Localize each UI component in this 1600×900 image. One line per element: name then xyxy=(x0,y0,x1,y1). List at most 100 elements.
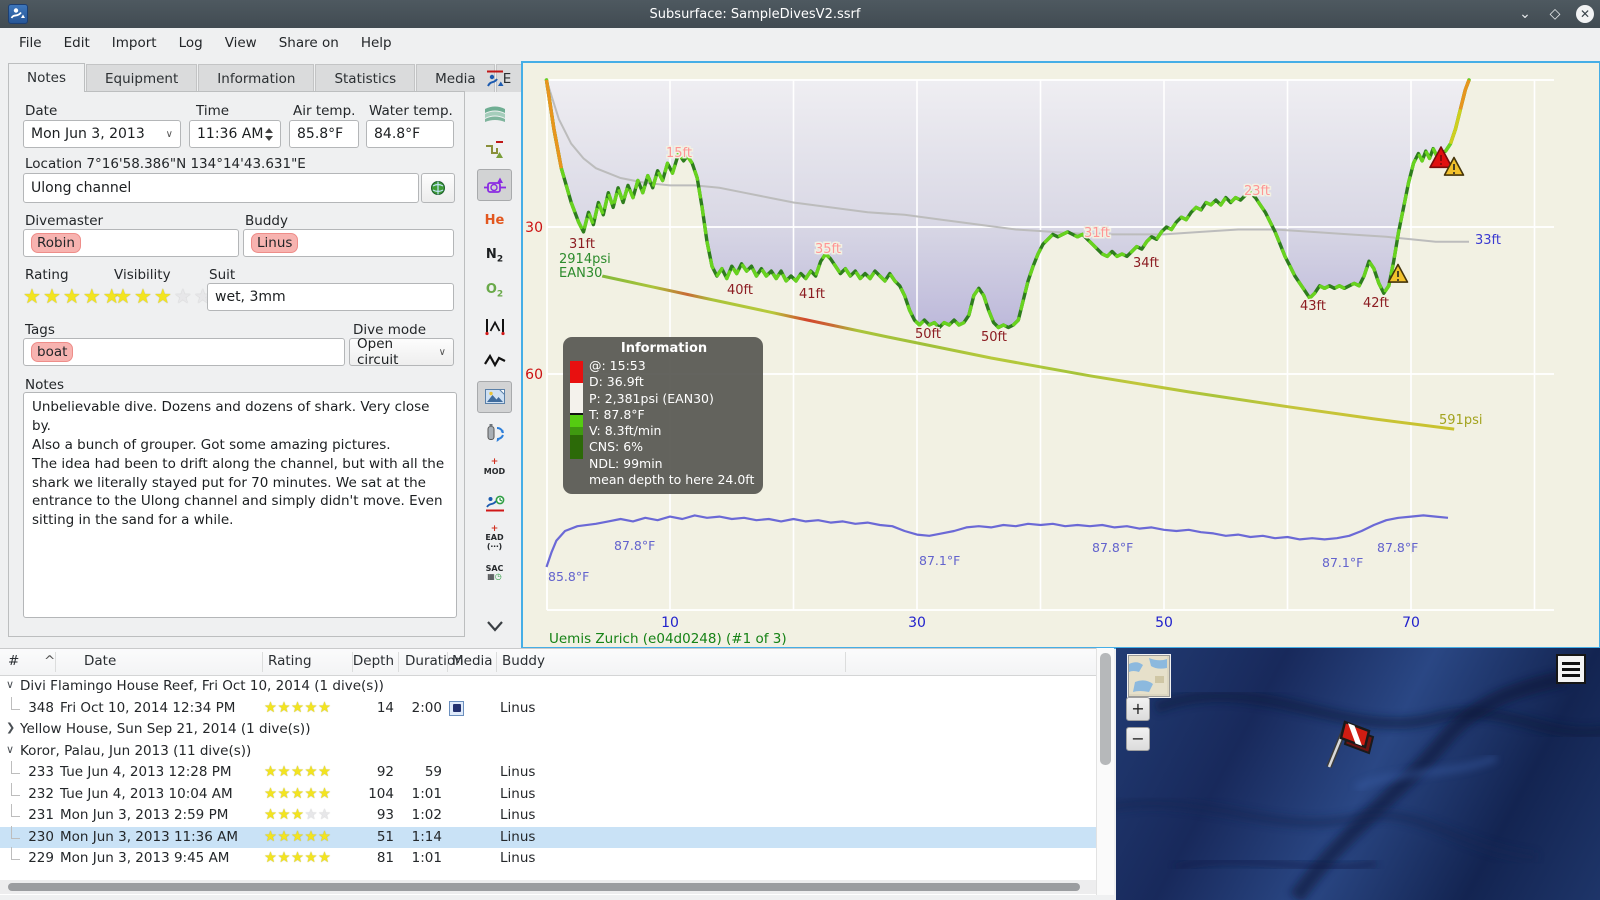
scroll-down-icon[interactable] xyxy=(477,610,512,642)
dive-list: # Date Rating Depth Duration Media Buddy ^ ∨ Div… xyxy=(0,648,1096,895)
media-icon[interactable] xyxy=(449,700,464,716)
helium-graph-icon[interactable]: He xyxy=(477,204,512,236)
column-header-buddy[interactable]: Buddy xyxy=(502,653,545,669)
date-combobox[interactable]: Mon Jun 3, 2013 ∨ xyxy=(23,120,181,148)
ndl-icon[interactable] xyxy=(477,487,512,519)
rating-label: Rating xyxy=(25,267,69,283)
svg-text:50ft: 50ft xyxy=(915,327,941,342)
dive-duration: 1:02 xyxy=(411,807,442,823)
collapse-caret-icon[interactable]: ∨ xyxy=(6,678,14,691)
dive-list-header[interactable]: # Date Rating Depth Duration Media Buddy ^ xyxy=(0,649,1096,676)
visibility-stars[interactable]: ★★★★★ xyxy=(114,284,214,308)
tab-information[interactable]: Information xyxy=(198,64,315,92)
dive-row[interactable]: 232 Tue Jun 4, 2013 10:04 AM ★★★★★ 104 1:01 L… xyxy=(0,782,1096,806)
sac-icon[interactable]: SAC ▦◷ xyxy=(477,557,512,589)
map-zoom-in-button[interactable]: + xyxy=(1126,697,1150,721)
tab-statistics[interactable]: Statistics xyxy=(315,64,416,92)
suit-label: Suit xyxy=(209,267,236,283)
oxygen-graph-icon[interactable]: O2 xyxy=(477,275,512,307)
star-icon: ★ xyxy=(291,764,305,780)
trip-row[interactable]: ∨ Divi Flamingo House Reef, Fri Oct 10, 2… xyxy=(0,676,1096,698)
map-zoom-out-button[interactable]: − xyxy=(1126,727,1150,751)
info-box-row: D: 36.9ft xyxy=(589,374,644,390)
calculated-ceiling-icon[interactable] xyxy=(477,134,512,166)
collapse-caret-icon[interactable]: ∨ xyxy=(6,743,14,756)
tab-equipment[interactable]: Equipment xyxy=(86,64,198,92)
chevron-down-icon: ∨ xyxy=(165,128,173,140)
column-header-num[interactable]: # xyxy=(8,653,19,669)
dive-row[interactable]: 233 Tue Jun 4, 2013 12:28 PM ★★★★★ 92 59 Linu… xyxy=(0,761,1096,784)
notes-panel: Date Time Air temp. Water temp. Mon Jun … xyxy=(8,91,465,637)
column-header-rating[interactable]: Rating xyxy=(268,653,312,669)
column-separator xyxy=(398,652,399,672)
tags-field[interactable]: boat xyxy=(23,338,345,366)
menu-item-file[interactable]: File xyxy=(8,31,53,55)
menu-item-import[interactable]: Import xyxy=(101,31,168,55)
star-icon: ★ xyxy=(291,828,305,845)
spinner-arrows-icon[interactable] xyxy=(265,127,273,141)
vertical-scrollbar[interactable] xyxy=(1096,648,1114,895)
dive-row[interactable]: 229 Mon Jun 3, 2013 9:45 AM ★★★★★ 81 1:01 Lin… xyxy=(0,847,1096,870)
menu-item-log[interactable]: Log xyxy=(168,31,214,55)
globe-button[interactable] xyxy=(421,173,455,203)
ead-icon[interactable]: + EAD (⋯) xyxy=(477,522,512,554)
menu-item-help[interactable]: Help xyxy=(350,31,403,55)
photos-icon[interactable] xyxy=(477,380,512,413)
air-temp-field[interactable]: 85.8°F xyxy=(289,120,359,148)
dc-ceiling-icon[interactable] xyxy=(477,168,512,201)
dive-flag-marker[interactable] xyxy=(1320,712,1380,772)
svg-text:40ft: 40ft xyxy=(727,283,753,298)
column-header-date[interactable]: Date xyxy=(84,653,116,669)
location-field[interactable]: Ulong channel xyxy=(23,173,419,203)
svg-text:30: 30 xyxy=(908,615,926,631)
star-icon: ★ xyxy=(82,284,103,308)
dive-date: Fri Oct 10, 2014 12:34 PM xyxy=(60,699,236,716)
divemaster-field[interactable]: Robin xyxy=(23,229,239,257)
heartrate-icon[interactable] xyxy=(477,345,512,377)
star-icon: ★ xyxy=(304,699,318,716)
dive-profile-icon[interactable] xyxy=(477,63,512,95)
water-temp-field[interactable]: 84.8°F xyxy=(366,120,454,148)
map-menu-icon[interactable] xyxy=(1556,654,1586,684)
dive-mode-combobox[interactable]: Open circuit ∨ xyxy=(349,336,454,368)
suit-field[interactable]: wet, 3mm xyxy=(207,283,454,311)
rating-stars[interactable]: ★★★★★ xyxy=(23,284,123,308)
time-spinbox[interactable]: 11:36 AM xyxy=(189,120,281,148)
close-icon[interactable]: ✕ xyxy=(1570,5,1600,23)
horizontal-scrollbar[interactable] xyxy=(0,880,1096,894)
column-separator xyxy=(262,652,263,672)
column-header-media[interactable]: Media xyxy=(452,653,493,669)
menu-item-edit[interactable]: Edit xyxy=(53,31,101,55)
star-icon: ★ xyxy=(291,807,305,823)
menu-item-share-on[interactable]: Share on xyxy=(268,31,350,55)
tank-bar-icon[interactable] xyxy=(477,416,512,448)
buddy-field[interactable]: Linus xyxy=(243,229,454,257)
maximize-icon[interactable]: ◇ xyxy=(1540,6,1570,22)
seafloor-texture xyxy=(1116,670,1600,900)
star-icon: ★ xyxy=(304,850,318,866)
menu-item-view[interactable]: View xyxy=(214,31,268,55)
ruler-icon[interactable] xyxy=(477,310,512,342)
info-box-row: CNS: 6% xyxy=(589,439,644,455)
dive-profile-chart: 31ft 15ft 40ft 41ft 35ft 50ft 50ft 31ft 34ft 23ft… xyxy=(521,61,1600,649)
minimize-icon[interactable]: ⌄ xyxy=(1510,6,1540,22)
dive-site-map[interactable]: + − xyxy=(1116,648,1600,900)
star-icon: ★ xyxy=(277,850,291,866)
dive-row[interactable]: 348 Fri Oct 10, 2014 12:34 PM ★★★★★ 14 2:00 L… xyxy=(0,696,1096,720)
dive-depth: 14 xyxy=(376,699,394,716)
dive-row[interactable]: 231 Mon Jun 3, 2013 2:59 PM ★★★★★ 93 1:02 Lin… xyxy=(0,804,1096,827)
trip-row[interactable]: ❯ Yellow House, Sun Sep 21, 2014 (1 dive(… xyxy=(0,719,1096,741)
overview-minimap[interactable] xyxy=(1127,654,1171,698)
expand-caret-icon[interactable]: ❯ xyxy=(6,721,15,734)
nitrogen-graph-icon[interactable]: N2 xyxy=(477,240,512,272)
notes-textarea[interactable]: Unbelievable dive. Dozens and dozens of … xyxy=(23,392,457,618)
dive-row[interactable]: 230 Mon Jun 3, 2013 11:36 AM ★★★★★ 51 1:14 Li… xyxy=(0,825,1096,848)
title-bar[interactable]: Subsurface: SampleDivesV2.ssrf ⌄ ◇ ✕ xyxy=(0,0,1600,28)
mod-icon[interactable]: + MOD xyxy=(477,451,512,483)
column-header-depth[interactable]: Depth xyxy=(352,653,394,669)
subsurface-window: Subsurface: SampleDivesV2.ssrf ⌄ ◇ ✕ Fil… xyxy=(0,0,1600,900)
waves-icon[interactable] xyxy=(477,98,512,130)
trip-row[interactable]: ∨ Koror, Palau, Jun 2013 (11 dive(s)) xyxy=(0,741,1096,763)
dive-buddy: Linus xyxy=(500,850,536,866)
tab-notes[interactable]: Notes xyxy=(8,63,85,92)
